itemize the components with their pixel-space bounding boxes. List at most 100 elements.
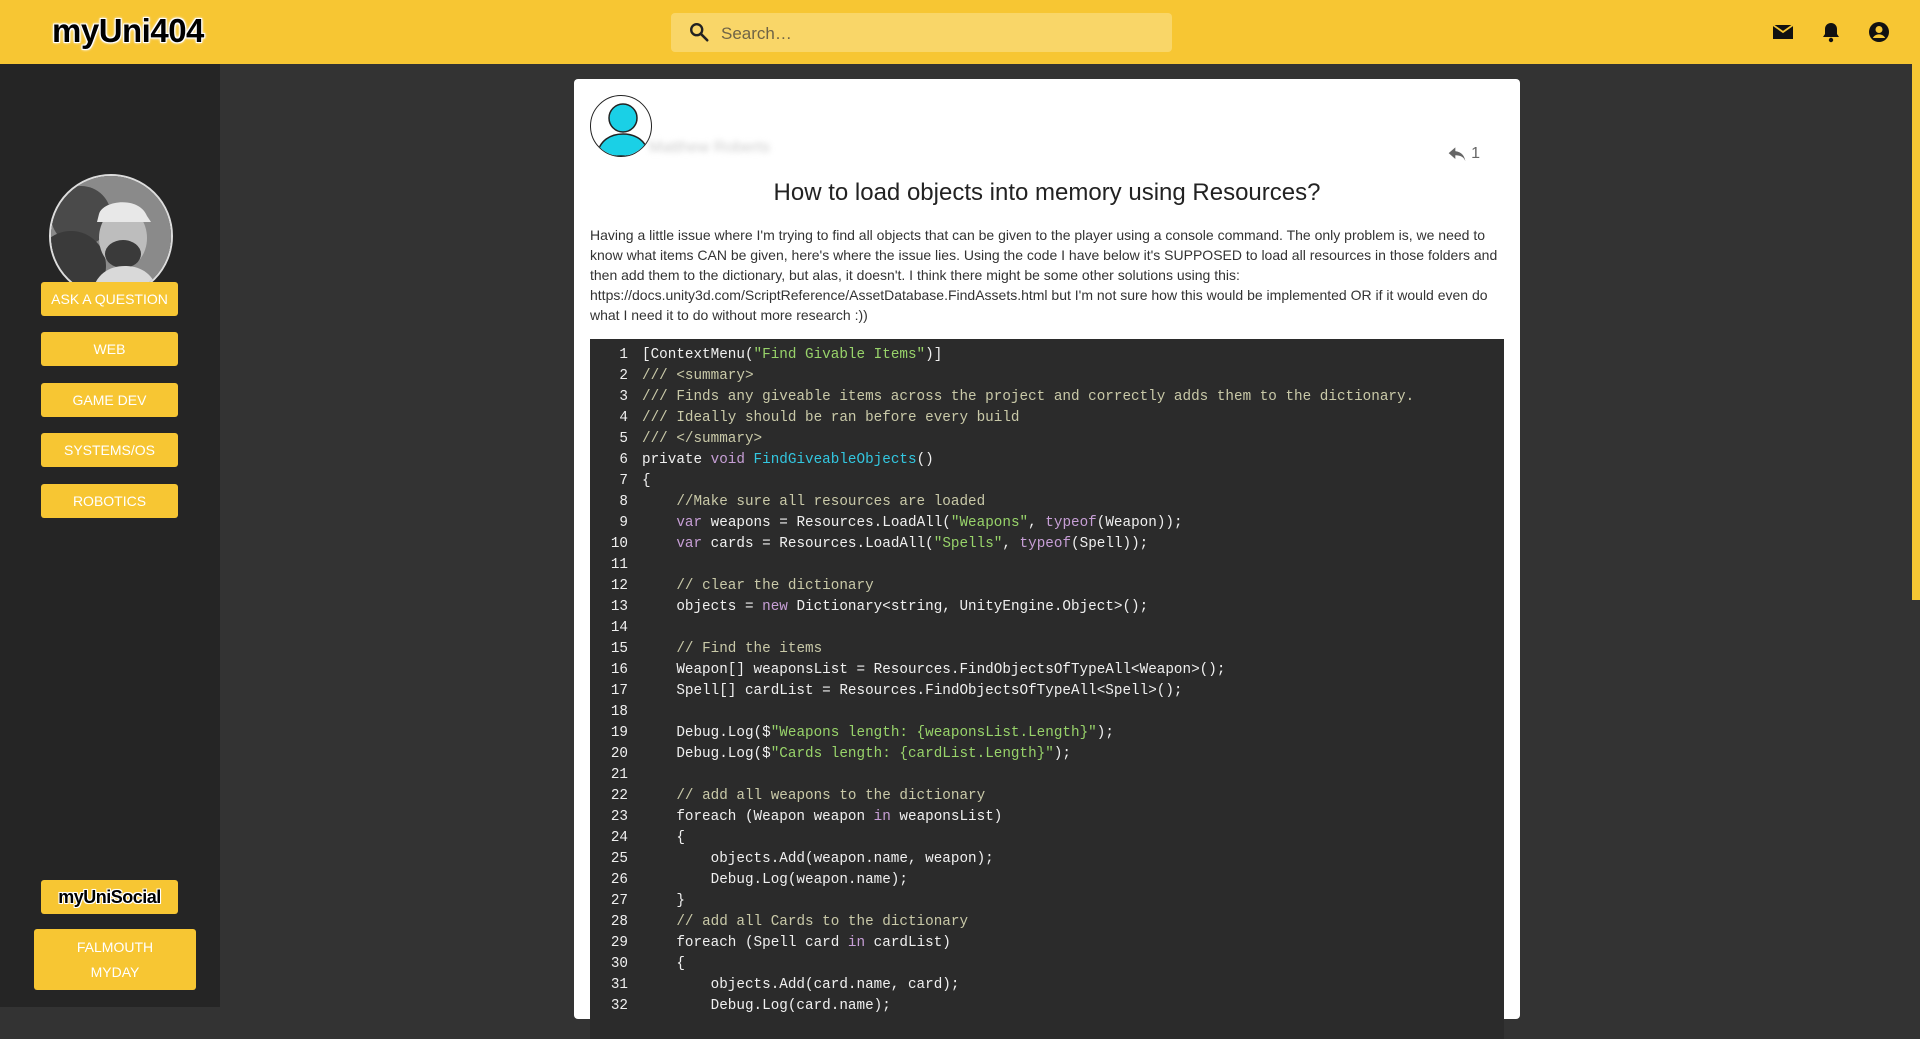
code-line: 19 Debug.Log($"Weapons length: {weaponsL…	[590, 723, 1504, 744]
code-token: // Find the items	[676, 641, 823, 657]
line-number: 22	[610, 788, 628, 804]
line-number: 21	[610, 767, 628, 783]
code-token: typeof	[1045, 515, 1097, 531]
falmouth-myday-button[interactable]: FALMOUTH MYDAY	[34, 929, 196, 990]
myday-line2: MYDAY	[90, 964, 140, 980]
line-number: 5	[619, 431, 628, 447]
line-number: 23	[610, 809, 628, 825]
code-token: /// Finds any giveable items across the …	[642, 389, 1415, 405]
code-token: weaponsList)	[890, 809, 1003, 825]
profile-photo	[51, 176, 171, 296]
question-title: How to load objects into memory using Re…	[773, 179, 1321, 206]
ask-question-button[interactable]: ASK A QUESTION	[41, 282, 178, 316]
code-token: objects =	[642, 599, 763, 615]
code-token: // add all Cards to the dictionary	[676, 914, 969, 930]
code-token: private	[642, 452, 711, 468]
scrollbar[interactable]	[1912, 64, 1920, 600]
line-number: 2	[619, 368, 628, 384]
top-bar: myUni404	[0, 0, 1920, 64]
code-line: 27 }	[590, 891, 1504, 912]
myunisocial-button[interactable]: myUniSocial	[41, 880, 178, 914]
code-token: /// </summary>	[642, 431, 763, 447]
code-token: {	[642, 473, 651, 489]
code-line: 21	[590, 765, 1504, 786]
code-line: 22 // add all weapons to the dictionary	[590, 786, 1504, 807]
code-line: 6 private void FindGiveableObjects()	[590, 450, 1504, 471]
code-token: "Spells"	[933, 536, 1003, 552]
code-token: "Find Givable Items"	[753, 347, 926, 363]
line-number: 26	[610, 872, 628, 888]
code-token: {	[642, 830, 685, 846]
code-token: )]	[925, 347, 943, 363]
code-token: foreach (Spell card	[642, 935, 848, 951]
line-number: 9	[619, 515, 628, 531]
code-line: 26 Debug.Log(weapon.name);	[590, 870, 1504, 891]
code-token: (Weapon));	[1096, 515, 1183, 531]
code-token: FindGiveableObjects	[753, 452, 917, 468]
user-icon	[596, 103, 650, 156]
code-line: 3 /// Finds any giveable items across the…	[590, 387, 1504, 408]
search-icon	[690, 23, 709, 42]
code-line: 28 // add all Cards to the dictionary	[590, 912, 1504, 933]
reply-count-value: 1	[1471, 145, 1480, 163]
line-number: 17	[610, 683, 628, 699]
code-line: 9 var weapons = Resources.LoadAll("Weapo…	[590, 513, 1504, 534]
code-line: 1 [ContextMenu("Find Givable Items")]	[590, 345, 1504, 366]
code-token: Spell[] cardList = Resources.FindObjects…	[642, 683, 1183, 699]
code-token: foreach (Weapon weapon	[642, 809, 874, 825]
code-line: 20 Debug.Log($"Cards length: {cardList.L…	[590, 744, 1504, 765]
mail-icon[interactable]	[1771, 20, 1795, 44]
site-logo[interactable]: myUni404	[52, 12, 204, 50]
reply-count[interactable]: 1	[1447, 145, 1480, 163]
code-token: /// Ideally should be ran before every b…	[642, 410, 1020, 426]
author-avatar[interactable]	[590, 95, 652, 157]
author-name[interactable]: Matthew Roberts	[649, 139, 770, 157]
systems-os-button[interactable]: SYSTEMS/OS	[41, 433, 178, 467]
code-token: );	[1053, 746, 1071, 762]
line-number: 16	[610, 662, 628, 678]
line-number: 15	[610, 641, 628, 657]
code-token: ,	[1028, 515, 1046, 531]
code-token: Debug.Log($	[642, 746, 771, 762]
question-body: Having a little issue where I'm trying t…	[590, 227, 1498, 323]
account-icon[interactable]	[1867, 20, 1891, 44]
code-token: var	[676, 536, 703, 552]
code-line: 23 foreach (Weapon weapon in weaponsList…	[590, 807, 1504, 828]
line-number: 12	[610, 578, 628, 594]
code-line: 2 /// <summary>	[590, 366, 1504, 387]
code-token: objects.Add(card.name, card);	[642, 977, 960, 993]
line-number: 20	[610, 746, 628, 762]
line-number: 28	[610, 914, 628, 930]
code-line: 24 {	[590, 828, 1504, 849]
game-dev-button[interactable]: GAME DEV	[41, 383, 178, 417]
code-token: /// <summary>	[642, 368, 754, 384]
robotics-button[interactable]: ROBOTICS	[41, 484, 178, 518]
code-token: objects.Add(weapon.name, weapon);	[642, 851, 994, 867]
code-token: Debug.Log($	[642, 725, 771, 741]
code-block: 1 [ContextMenu("Find Givable Items")] 2 ///…	[590, 339, 1504, 1039]
search-input[interactable]	[719, 13, 1163, 54]
code-token: void	[710, 452, 754, 468]
code-line: 12 // clear the dictionary	[590, 576, 1504, 597]
code-token: in	[873, 809, 891, 825]
user-profile-avatar[interactable]	[49, 174, 173, 298]
question-card: Matthew Roberts 1 How to load objects in…	[574, 79, 1520, 1039]
line-number: 14	[610, 620, 628, 636]
line-number: 19	[610, 725, 628, 741]
code-token: ()	[916, 452, 934, 468]
code-line: 7{	[590, 471, 1504, 492]
line-number: 7	[619, 473, 628, 489]
bell-icon[interactable]	[1819, 20, 1843, 44]
code-token: ,	[1002, 536, 1020, 552]
code-token: "Weapons length: {weaponsList.Length}"	[770, 725, 1097, 741]
code-line: 29 foreach (Spell card in cardList)	[590, 933, 1504, 954]
web-button[interactable]: WEB	[41, 332, 178, 366]
line-number: 27	[610, 893, 628, 909]
code-token: }	[642, 893, 685, 909]
line-number: 29	[610, 935, 628, 951]
code-token: "Cards length: {cardList.Length}"	[770, 746, 1054, 762]
sidebar: ASK A QUESTION WEB GAME DEV SYSTEMS/OS R…	[0, 64, 220, 1007]
